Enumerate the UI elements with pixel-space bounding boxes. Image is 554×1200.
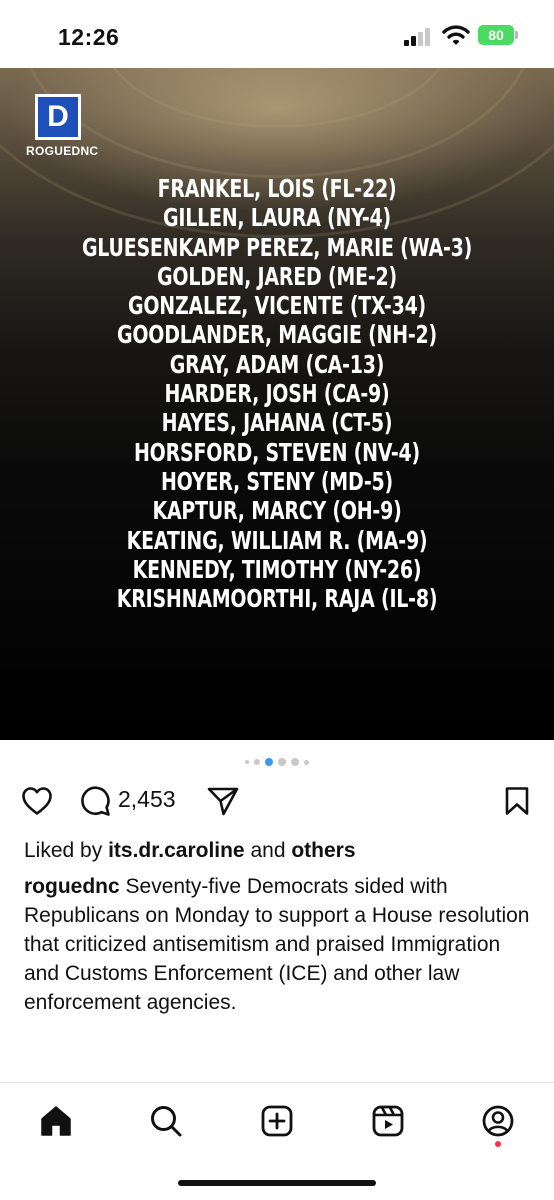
representative-name: GONZALEZ, VICENTE (TX-34) (127, 291, 427, 321)
carousel-dot-active (265, 758, 273, 766)
wifi-icon (442, 25, 470, 47)
notification-dot (495, 1141, 501, 1147)
logo-name: ROGUEDNC (26, 144, 99, 158)
post-image[interactable]: D ROGUEDNC FRANKEL, LOIS (FL-22) GILLEN,… (0, 68, 554, 740)
representative-name: GLUESENKAMP PEREZ, MARIE (WA-3) (81, 232, 473, 262)
carousel-dot (245, 760, 249, 764)
home-indicator[interactable] (178, 1180, 376, 1186)
bookmark-button[interactable] (502, 784, 532, 818)
liked-by-joiner: and (244, 839, 292, 862)
representative-name: GILLEN, LAURA (NY-4) (163, 203, 391, 233)
representative-name: HAYES, JAHANA (CT-5) (161, 408, 393, 438)
representative-list: FRANKEL, LOIS (FL-22) GILLEN, LAURA (NY-… (0, 174, 554, 613)
nav-search[interactable] (146, 1101, 186, 1141)
carousel-dot (304, 759, 309, 765)
representative-name: GOLDEN, JARED (ME-2) (157, 261, 397, 291)
representative-name: KRISHNAMOORTHI, RAJA (IL-8) (116, 584, 438, 614)
cellular-signal-icon (404, 28, 432, 46)
representative-name: GRAY, ADAM (CA-13) (169, 349, 385, 379)
nav-home[interactable] (36, 1101, 76, 1141)
battery-charging-icon: 80 (478, 25, 514, 45)
liked-by-prefix: Liked by (24, 839, 109, 862)
bookmark-icon (505, 787, 529, 815)
roguednc-logo: D ROGUEDNC (26, 94, 99, 158)
liked-by: Liked by its.dr.caroline and others (24, 837, 534, 865)
representative-name: GOODLANDER, MAGGIE (NH-2) (116, 320, 437, 350)
comment-count[interactable]: 2,453 (118, 786, 176, 813)
carousel-indicator[interactable] (0, 756, 554, 768)
representative-name: HARDER, JOSH (CA-9) (164, 379, 390, 409)
profile-icon (482, 1105, 514, 1137)
share-button[interactable] (204, 784, 242, 818)
comment-icon (81, 786, 110, 816)
liked-by-user[interactable]: its.dr.caroline (108, 839, 245, 862)
post-caption: roguednc Seventy-five Democrats sided wi… (24, 872, 540, 1017)
representative-name: HORSFORD, STEVEN (NV-4) (133, 437, 420, 467)
heart-icon (22, 787, 52, 815)
nav-reels[interactable] (368, 1101, 408, 1141)
representative-name: KEATING, WILLIAM R. (MA-9) (126, 525, 428, 555)
nav-profile[interactable] (478, 1101, 518, 1141)
representative-name: FRANKEL, LOIS (FL-22) (157, 174, 397, 203)
carousel-dot (278, 758, 286, 766)
representative-name: KENNEDY, TIMOTHY (NY-26) (132, 554, 422, 584)
battery-level: 80 (488, 27, 504, 43)
home-icon (41, 1106, 71, 1136)
share-icon (207, 787, 239, 816)
logo-mark: D (35, 94, 81, 140)
reels-icon (372, 1105, 404, 1137)
caption-username[interactable]: roguednc (24, 875, 120, 898)
representative-name: KAPTUR, MARCY (OH-9) (152, 496, 402, 526)
liked-by-others[interactable]: others (291, 839, 355, 862)
representative-name: HOYER, STENY (MD-5) (160, 466, 393, 496)
carousel-dot (291, 758, 299, 766)
search-icon (151, 1106, 182, 1137)
create-icon (261, 1105, 293, 1137)
nav-create[interactable] (257, 1101, 297, 1141)
status-time: 12:26 (58, 24, 120, 50)
status-bar: 12:26 80 (0, 0, 554, 68)
battery-tip (515, 31, 518, 39)
carousel-dot (254, 759, 260, 765)
comment-button[interactable] (77, 784, 113, 818)
like-button[interactable] (20, 784, 54, 818)
